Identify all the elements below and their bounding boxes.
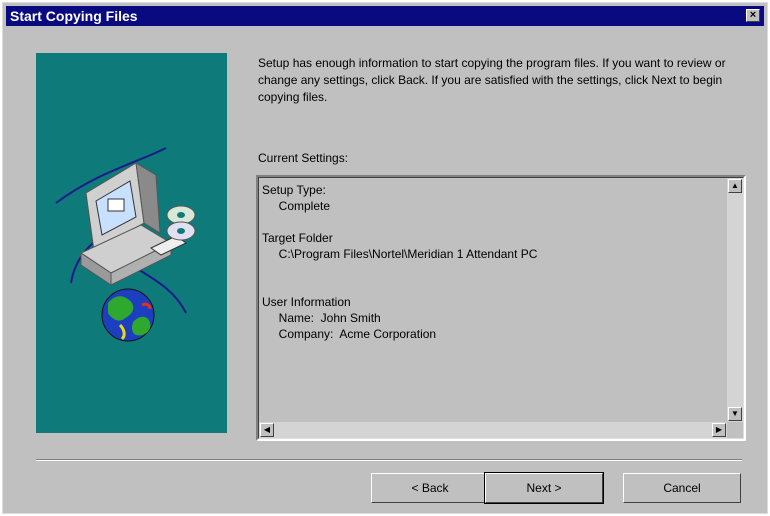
- title-bar: Start Copying Files ×: [6, 6, 764, 26]
- vertical-scrollbar[interactable]: ▲ ▼: [727, 178, 743, 422]
- back-button-label: < Back: [411, 481, 449, 495]
- setup-artwork-panel: [36, 53, 227, 433]
- cancel-button-label: Cancel: [663, 481, 701, 495]
- settings-text: Setup Type: Complete Target Folder C:\Pr…: [262, 183, 538, 341]
- back-button[interactable]: < Back: [371, 473, 489, 503]
- horizontal-scrollbar[interactable]: ◀ ▶: [259, 422, 727, 438]
- next-button[interactable]: Next >: [484, 472, 604, 504]
- cancel-button[interactable]: Cancel: [623, 473, 741, 503]
- window-title: Start Copying Files: [10, 8, 138, 24]
- scroll-right-button[interactable]: ▶: [712, 423, 726, 437]
- close-icon: ×: [749, 9, 757, 21]
- cd-icon: [166, 205, 196, 241]
- current-settings-label: Current Settings:: [258, 151, 349, 165]
- scroll-left-button[interactable]: ◀: [260, 423, 274, 437]
- close-button[interactable]: ×: [746, 9, 760, 22]
- settings-inner: Setup Type: Complete Target Folder C:\Pr…: [258, 177, 744, 439]
- scroll-up-button[interactable]: ▲: [728, 179, 742, 193]
- settings-textbox[interactable]: Setup Type: Complete Target Folder C:\Pr…: [256, 175, 746, 441]
- setup-dialog: Start Copying Files × Setup has enough i…: [2, 2, 768, 514]
- separator: [36, 459, 742, 461]
- intro-text: Setup has enough information to start co…: [258, 56, 726, 104]
- arrow-left-icon: ◀: [263, 425, 271, 434]
- next-button-label: Next >: [526, 481, 562, 495]
- arrow-up-icon: ▲: [731, 181, 739, 190]
- scroll-corner: [727, 422, 743, 438]
- computer-icon: [79, 162, 187, 286]
- arrow-down-icon: ▼: [731, 409, 739, 418]
- scroll-down-button[interactable]: ▼: [728, 407, 742, 421]
- globe-icon: [101, 288, 155, 342]
- arrow-right-icon: ▶: [715, 425, 723, 434]
